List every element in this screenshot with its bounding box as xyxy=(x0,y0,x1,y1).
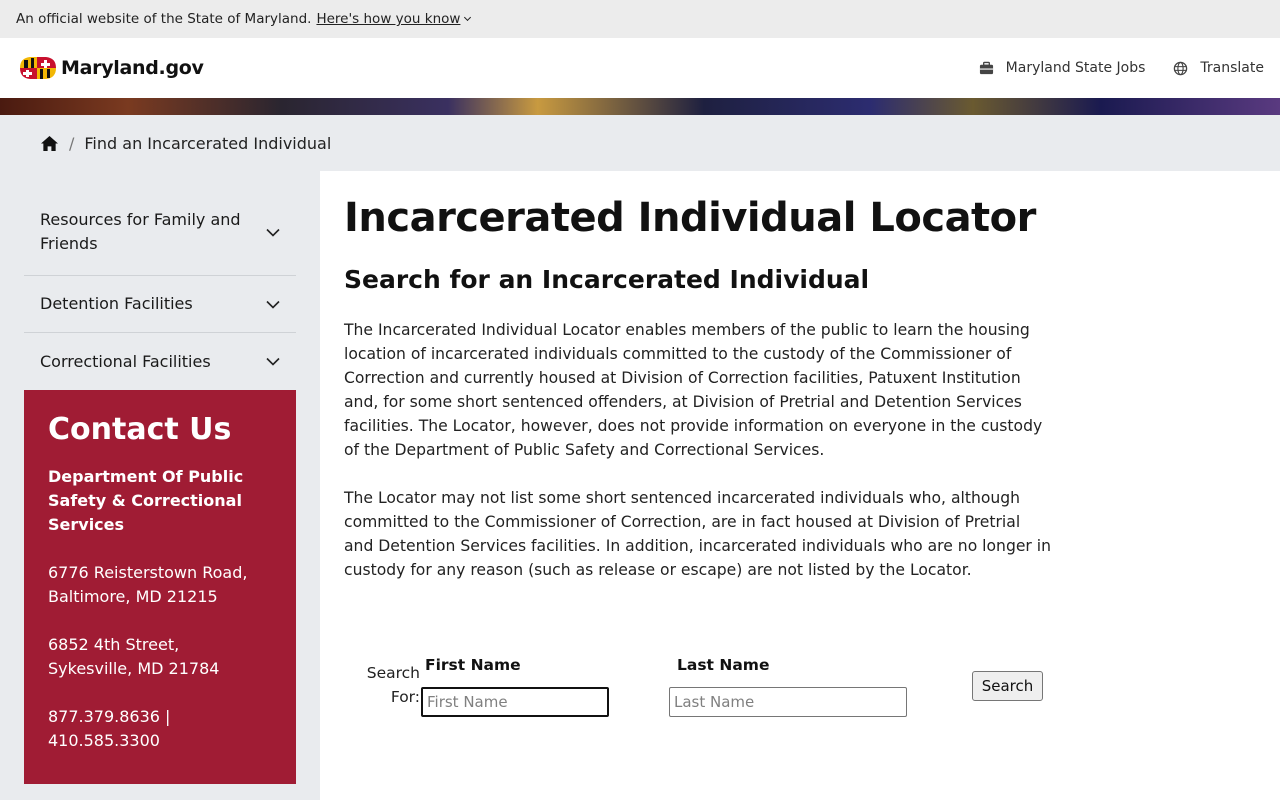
last-name-input[interactable] xyxy=(669,687,907,717)
contact-us-panel: Contact Us Department Of Public Safety &… xyxy=(24,390,296,784)
locator-note-paragraph: The Locator may not list some short sent… xyxy=(344,489,1052,579)
maryland-state-jobs-label: Maryland State Jobs xyxy=(1005,60,1146,76)
logo-text: Maryland.gov xyxy=(61,57,204,79)
maryland-state-jobs-link[interactable]: Maryland State Jobs xyxy=(979,60,1146,76)
home-icon[interactable] xyxy=(40,135,59,152)
contact-address-baltimore: 6776 Reisterstown Road, Baltimore, MD 21… xyxy=(48,561,272,609)
contact-phone-numbers: 877.379.8636 | 410.585.3300 xyxy=(48,707,171,750)
official-site-banner: An official website of the State of Mary… xyxy=(0,0,1280,38)
translate-link[interactable]: Translate xyxy=(1173,60,1264,76)
address-line: Sykesville, MD 21784 xyxy=(48,659,220,678)
header-utility-links: Maryland State Jobs Translate xyxy=(979,60,1264,76)
breadcrumb-separator: / xyxy=(69,133,75,153)
page-layout: Resources for Family and Friends Detenti… xyxy=(0,171,1280,800)
maryland-flag-icon xyxy=(20,57,56,79)
address-line: 6852 4th Street, xyxy=(48,635,180,654)
hero-image-strip xyxy=(0,98,1280,115)
address-line: 6776 Reisterstown Road, xyxy=(48,563,248,582)
sidebar-item-correctional-facilities[interactable]: Correctional Facilities xyxy=(24,333,296,390)
sidebar-item-detention-facilities[interactable]: Detention Facilities xyxy=(24,276,296,333)
globe-icon xyxy=(1174,61,1188,75)
first-name-input[interactable] xyxy=(421,687,609,717)
heres-how-you-know-label: Here's how you know xyxy=(316,11,461,27)
search-for-label-line: Search xyxy=(366,664,420,682)
search-button[interactable]: Search xyxy=(972,671,1043,701)
chevron-down-icon xyxy=(266,357,280,366)
chevron-down-icon xyxy=(266,228,280,237)
first-name-label: First Name xyxy=(425,656,521,674)
sidebar-item-resources-family-friends[interactable]: Resources for Family and Friends xyxy=(24,189,296,276)
chevron-down-icon xyxy=(464,13,472,22)
address-line: Baltimore, MD 21215 xyxy=(48,587,218,606)
main-content: Incarcerated Individual Locator Search f… xyxy=(320,171,1280,800)
search-for-label-line: For: xyxy=(390,688,420,706)
intro-paragraph: The Incarcerated Individual Locator enab… xyxy=(344,321,1043,459)
page-title: Incarcerated Individual Locator xyxy=(344,195,1036,241)
sidebar-item-label: Resources for Family and Friends xyxy=(40,210,241,253)
sidebar: Resources for Family and Friends Detenti… xyxy=(24,189,296,784)
maryland-gov-logo[interactable]: Maryland.gov xyxy=(16,54,204,82)
contact-department: Department Of Public Safety & Correction… xyxy=(48,467,244,534)
breadcrumb-current: Find an Incarcerated Individual xyxy=(84,133,332,153)
chevron-down-icon xyxy=(266,300,280,309)
sidebar-item-label: Detention Facilities xyxy=(40,294,193,313)
contact-us-title: Contact Us xyxy=(48,412,232,447)
briefcase-icon xyxy=(979,61,993,74)
page-subtitle: Search for an Incarcerated Individual xyxy=(344,265,870,294)
translate-label: Translate xyxy=(1200,60,1264,76)
search-for-label: Search For: xyxy=(356,661,420,709)
heres-how-you-know-link[interactable]: Here's how you know xyxy=(316,11,472,27)
official-site-text: An official website of the State of Mary… xyxy=(16,11,312,27)
contact-address-sykesville: 6852 4th Street, Sykesville, MD 21784 xyxy=(48,633,272,681)
site-header: Maryland.gov Maryland State Jobs Transla… xyxy=(0,38,1280,98)
last-name-label: Last Name xyxy=(677,656,770,674)
breadcrumb: / Find an Incarcerated Individual xyxy=(0,115,1280,171)
sidebar-item-label: Correctional Facilities xyxy=(40,351,211,371)
